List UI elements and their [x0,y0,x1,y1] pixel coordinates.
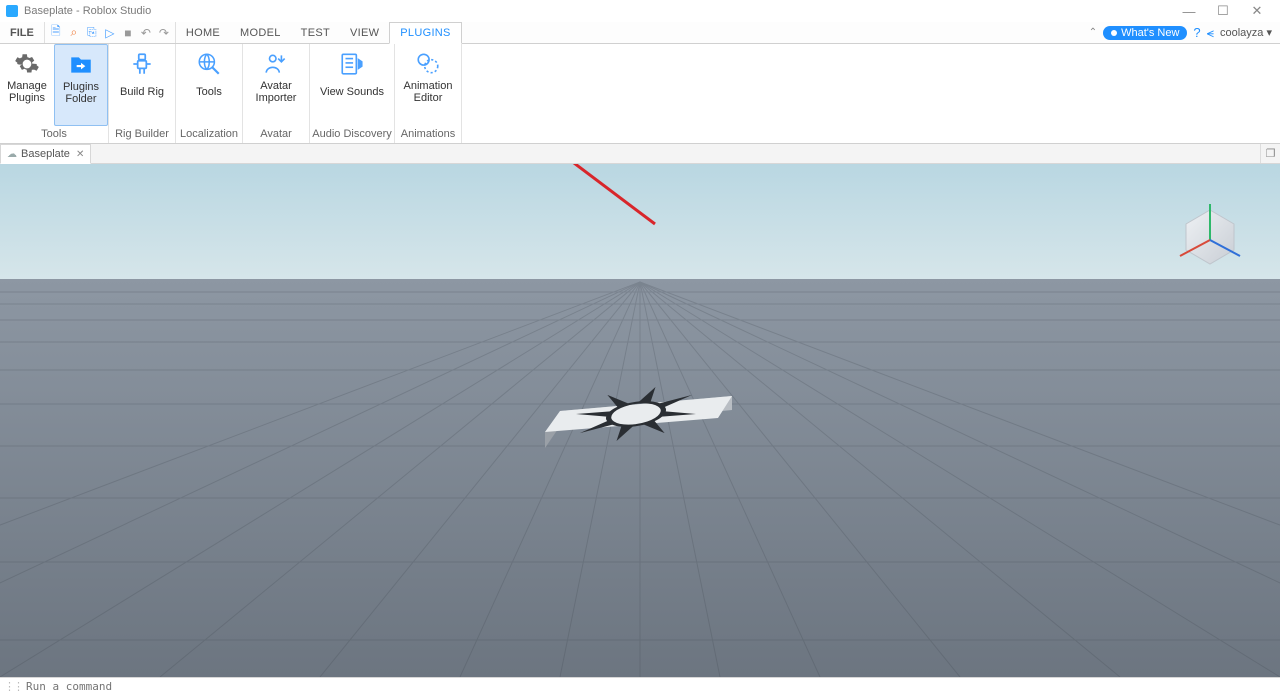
close-button[interactable]: ✕ [1240,1,1274,21]
share-icon[interactable]: ⪪ [1207,25,1214,41]
play-icon[interactable]: ▷ [103,26,117,40]
collapse-ribbon-icon[interactable]: ⌃ [1089,27,1097,38]
globe-wrench-icon [195,50,223,78]
user-menu[interactable]: coolayza ▾ [1220,26,1272,39]
manage-plugins-button[interactable]: Manage Plugins [0,44,54,126]
doc-tab-label: Baseplate [21,148,70,160]
restore-tab-icon[interactable]: ❐ [1260,144,1280,163]
doc-tab-bar: ☁ Baseplate ✕ ❐ [0,144,1280,164]
ribbon-group-localization-label: Localization [176,126,242,143]
tab-test[interactable]: TEST [291,22,340,43]
whats-new-label: What's New [1121,27,1179,39]
drag-handle-icon[interactable]: ⋮⋮ [4,680,22,693]
view-sounds-label: View Sounds [320,80,384,104]
whats-new-button[interactable]: What's New [1103,26,1187,40]
doc-tab-baseplate[interactable]: ☁ Baseplate ✕ [0,144,91,164]
tab-plugins[interactable]: PLUGINS [389,22,461,44]
animation-editor-button[interactable]: Animation Editor [395,44,461,126]
ribbon-tab-bar: FILE 🗎 ⌕ ⎘ ▷ ■ ↶ ↷ HOME MODEL TEST VIEW … [0,22,1280,44]
binoculars-icon[interactable]: ⌕ [67,26,81,40]
gear-icon [13,50,41,78]
animation-icon [414,50,442,78]
ribbon-group-audio: View Sounds Audio Discovery [310,44,395,143]
ribbon: Manage Plugins Plugins Folder Tools Buil… [0,44,1280,144]
ribbon-group-audio-label: Audio Discovery [310,126,394,143]
ribbon-group-tools-label: Tools [0,126,108,143]
ribbon-group-tools: Manage Plugins Plugins Folder Tools [0,44,109,143]
folder-arrow-icon [67,51,95,79]
maximize-button[interactable]: ☐ [1206,1,1240,21]
build-rig-button[interactable]: Build Rig [109,44,175,126]
avatar-importer-label: Avatar Importer [243,80,309,104]
titlebar: Baseplate - Roblox Studio — ☐ ✕ [0,0,1280,22]
rig-icon [128,50,156,78]
undo-icon[interactable]: ↶ [139,26,153,40]
ribbon-tabs: HOME MODEL TEST VIEW PLUGINS [176,22,462,43]
tab-model[interactable]: MODEL [230,22,291,43]
ribbon-group-rigbuilder: Build Rig Rig Builder [109,44,176,143]
command-bar: ⋮⋮ [0,677,1280,695]
viewport-3d[interactable] [0,164,1280,677]
ribbon-group-avatar-label: Avatar [243,126,309,143]
redo-icon[interactable]: ↷ [157,26,171,40]
view-sounds-button[interactable]: View Sounds [310,44,394,126]
avatar-importer-button[interactable]: Avatar Importer [243,44,309,126]
ribbon-group-rigbuilder-label: Rig Builder [109,126,175,143]
localization-tools-label: Tools [196,80,222,104]
help-icon[interactable]: ? [1193,25,1200,40]
animation-editor-label: Animation Editor [395,80,461,104]
app-logo-icon [6,5,18,17]
plugins-folder-button[interactable]: Plugins Folder [54,44,108,126]
build-rig-label: Build Rig [120,80,164,104]
new-file-icon[interactable]: 🗎 [49,26,63,40]
localization-tools-button[interactable]: Tools [176,44,242,126]
file-menu[interactable]: FILE [0,22,45,43]
tab-view[interactable]: VIEW [340,22,389,43]
sound-list-icon [338,50,366,78]
window-title: Baseplate - Roblox Studio [24,5,151,17]
minimize-button[interactable]: — [1172,1,1206,21]
command-input[interactable] [26,680,1276,693]
quick-access-toolbar: 🗎 ⌕ ⎘ ▷ ■ ↶ ↷ [45,22,176,43]
clone-icon[interactable]: ⎘ [85,26,99,40]
cloud-icon: ☁ [7,149,17,160]
stop-icon[interactable]: ■ [121,26,135,40]
ribbon-group-localization: Tools Localization [176,44,243,143]
ribbon-group-animations: Animation Editor Animations [395,44,462,143]
tab-home[interactable]: HOME [176,22,230,43]
ribbon-group-animations-label: Animations [395,126,461,143]
plugins-folder-label: Plugins Folder [55,81,107,105]
manage-plugins-label: Manage Plugins [0,80,54,104]
close-tab-icon[interactable]: ✕ [76,149,84,160]
avatar-import-icon [262,50,290,78]
ribbon-group-avatar: Avatar Importer Avatar [243,44,310,143]
